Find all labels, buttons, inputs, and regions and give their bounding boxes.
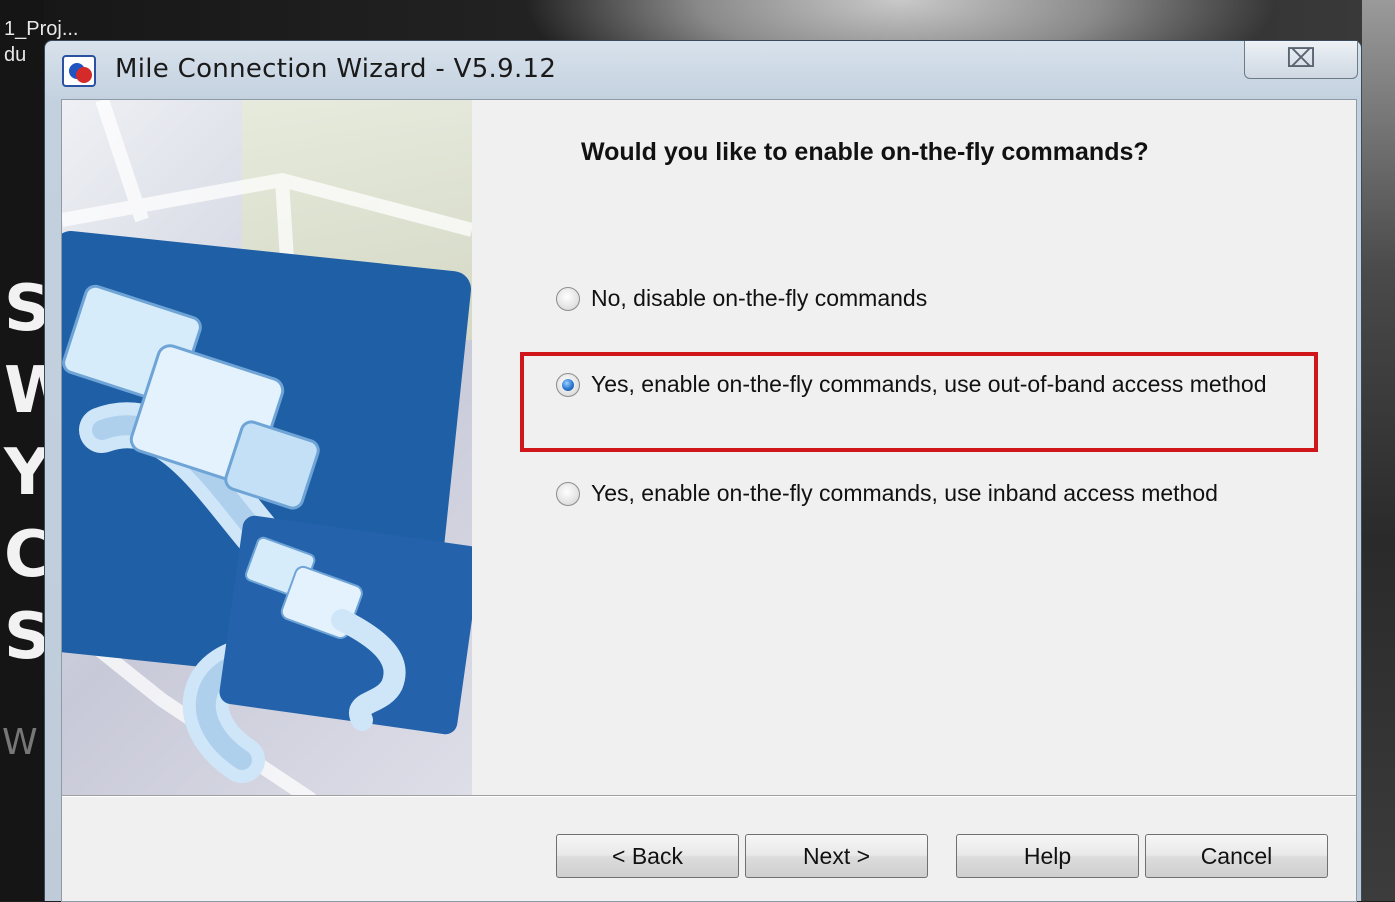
desktop-right-background <box>1362 0 1395 901</box>
desktop-letter: C <box>4 518 51 592</box>
highlight-annotation-box <box>520 352 1318 452</box>
back-button[interactable]: < Back <box>556 834 739 878</box>
option-label: Yes, enable on-the-fly commands, use out… <box>591 371 1267 397</box>
option-inband[interactable]: Yes, enable on-the-fly commands, use inb… <box>556 480 1218 506</box>
cancel-button[interactable]: Cancel <box>1145 834 1328 878</box>
page-heading: Would you like to enable on-the-fly comm… <box>581 138 1149 166</box>
desktop-label-secondary: du <box>4 44 27 66</box>
desktop-background-letters: S W Y C S <box>4 268 75 678</box>
option-label: No, disable on-the-fly commands <box>591 285 928 311</box>
desktop-letter: Y <box>4 436 50 510</box>
radio-button[interactable] <box>556 287 580 311</box>
desktop-label-project: 1_Proj... <box>4 18 79 40</box>
footer-separator <box>62 795 1356 797</box>
option-out-of-band[interactable]: Yes, enable on-the-fly commands, use out… <box>556 371 1276 397</box>
option-disable-commands[interactable]: No, disable on-the-fly commands <box>556 285 927 311</box>
radio-button[interactable] <box>556 482 580 506</box>
radio-button-selected[interactable] <box>556 373 580 397</box>
cable-plug-icon <box>62 100 472 795</box>
desktop-small-letter: W <box>2 722 38 763</box>
wizard-app-icon <box>62 55 96 87</box>
title-bar[interactable]: Mile Connection Wizard - V5.9.12 ⌧ <box>45 41 1361 99</box>
desktop-letter: S <box>4 600 50 674</box>
desktop-letter: W <box>4 354 75 428</box>
close-button[interactable]: ⌧ <box>1244 41 1358 79</box>
help-button[interactable]: Help <box>956 834 1139 878</box>
wizard-window: Mile Connection Wizard - V5.9.12 ⌧ Would… <box>44 40 1362 902</box>
desktop-left-panel: 1_Proj... du S W Y C S W <box>0 0 78 901</box>
cable-illustration <box>62 100 472 795</box>
wizard-client-area: Would you like to enable on-the-fly comm… <box>61 99 1357 902</box>
close-icon: ⌧ <box>1286 44 1316 74</box>
window-title: Mile Connection Wizard - V5.9.12 <box>115 54 557 84</box>
option-label: Yes, enable on-the-fly commands, use inb… <box>591 480 1218 506</box>
desktop-letter: S <box>4 272 50 346</box>
next-button[interactable]: Next > <box>745 834 928 878</box>
